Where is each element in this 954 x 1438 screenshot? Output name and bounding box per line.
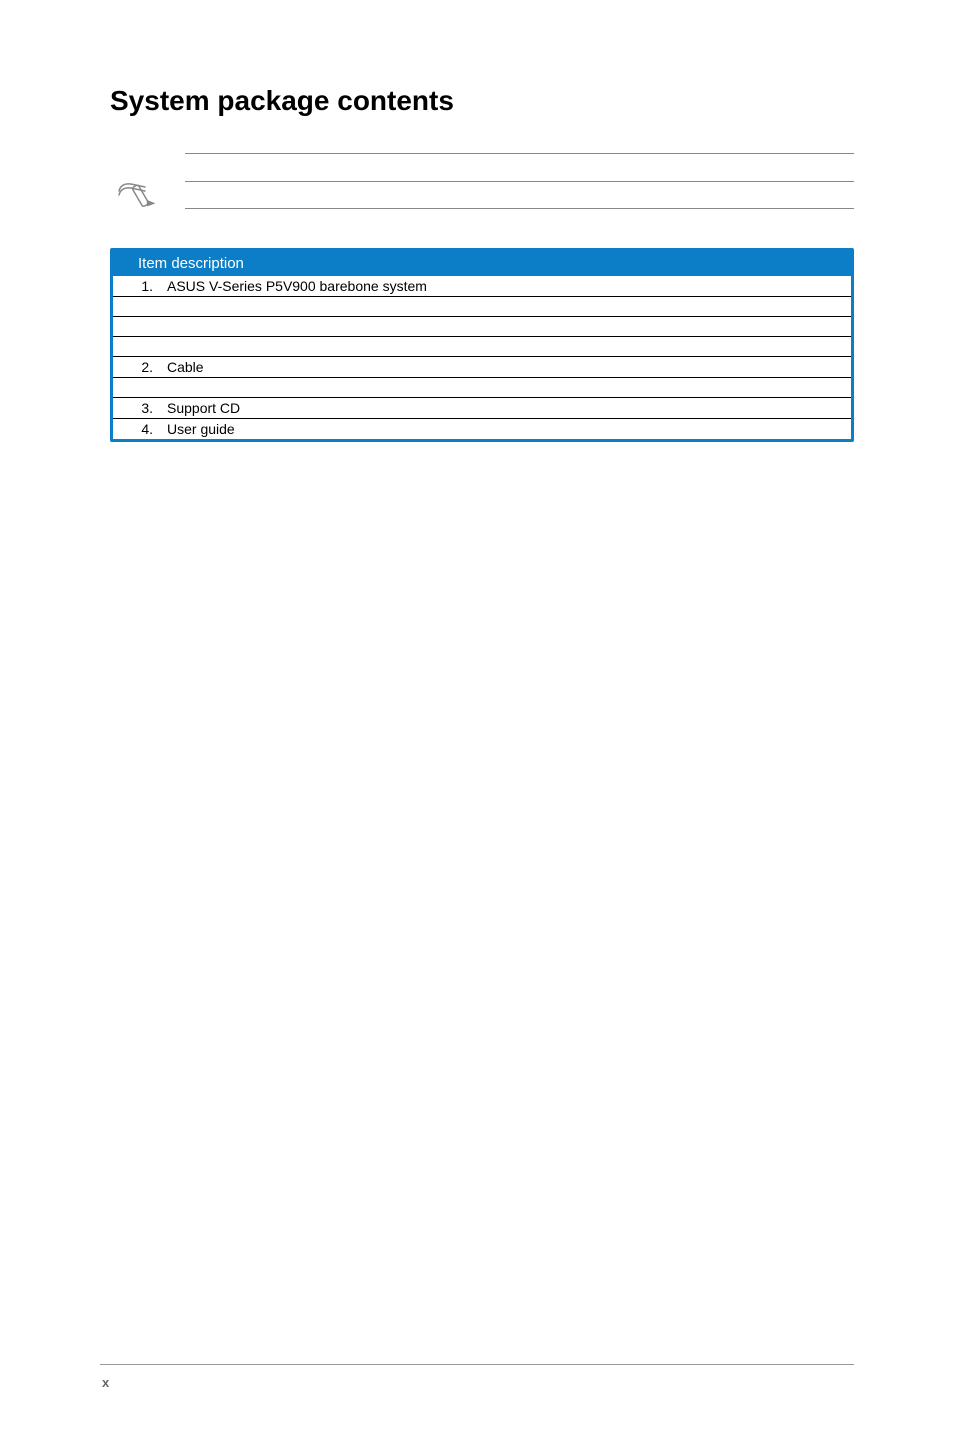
row-number: 1. [113, 276, 163, 297]
row-number: 4. [113, 419, 163, 440]
page-number: x [102, 1375, 854, 1390]
table-header: Item description [113, 251, 851, 276]
note-line [185, 153, 854, 181]
page-content: System package contents Item description [0, 0, 954, 1438]
row-description [163, 337, 851, 357]
table-row: 4. User guide [113, 419, 851, 440]
row-description: ASUS V-Series P5V900 barebone system [163, 276, 851, 297]
row-number [113, 378, 163, 398]
row-number: 2. [113, 357, 163, 378]
row-description [163, 317, 851, 337]
row-number [113, 337, 163, 357]
table-row: 2. Cable [113, 357, 851, 378]
row-number [113, 297, 163, 317]
row-description [163, 297, 851, 317]
row-number [113, 317, 163, 337]
table-row [113, 317, 851, 337]
note-rule-area [185, 147, 854, 209]
table-row [113, 297, 851, 317]
note-section [110, 147, 854, 213]
table-row: 1. ASUS V-Series P5V900 barebone system [113, 276, 851, 297]
row-description [163, 378, 851, 398]
pencil-note-icon [115, 177, 155, 213]
page-footer: x [100, 1364, 854, 1390]
note-line [185, 181, 854, 209]
row-description: Cable [163, 357, 851, 378]
table-row: 3. Support CD [113, 398, 851, 419]
page-title: System package contents [110, 85, 854, 117]
row-description: Support CD [163, 398, 851, 419]
row-number: 3. [113, 398, 163, 419]
row-description: User guide [163, 419, 851, 440]
table-row [113, 337, 851, 357]
contents-table: Item description 1. ASUS V-Series P5V900… [110, 248, 854, 442]
table-row [113, 378, 851, 398]
